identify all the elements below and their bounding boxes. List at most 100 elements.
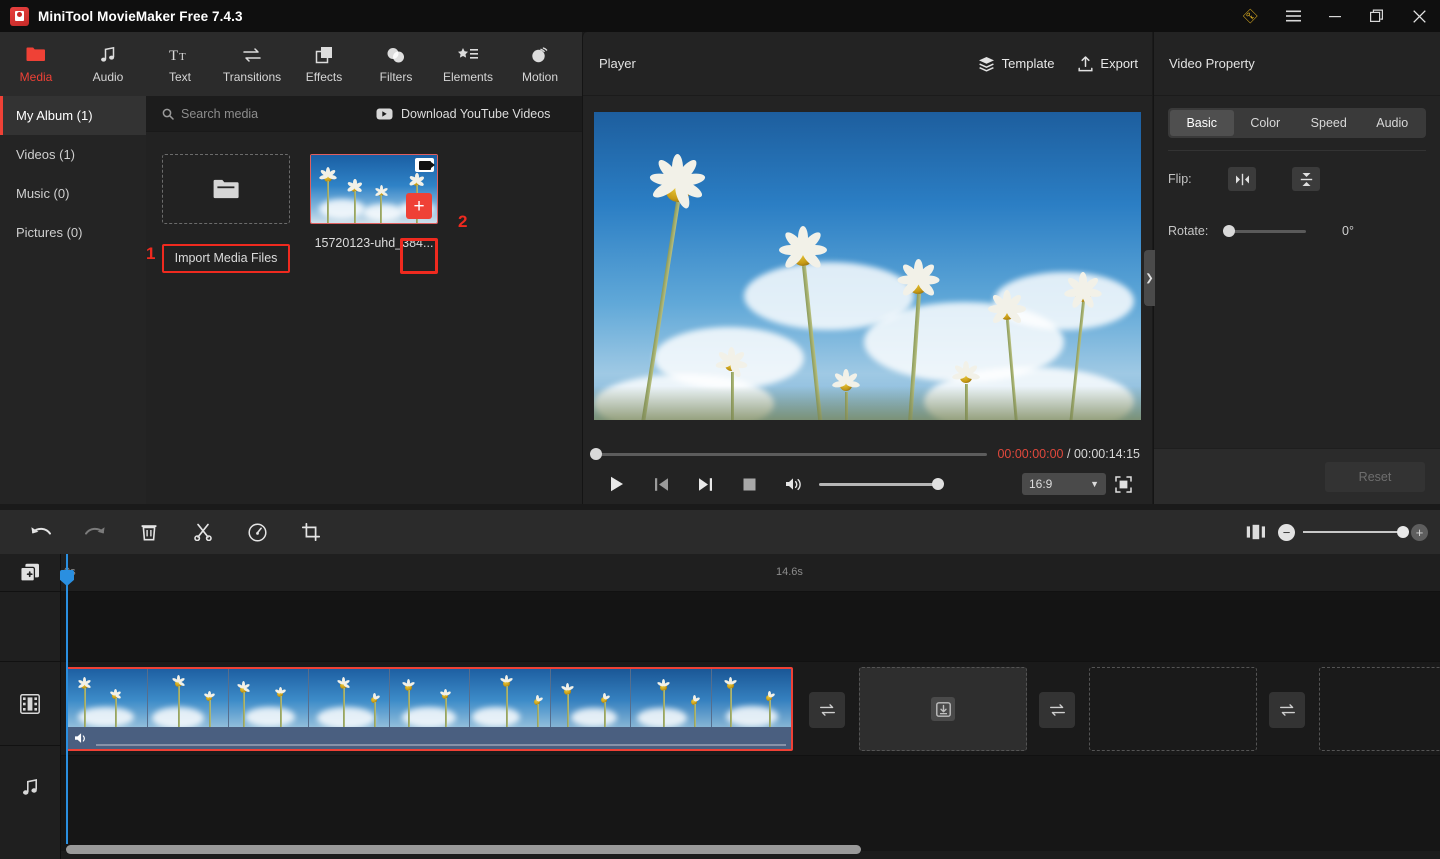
title-bar: MiniTool MovieMaker Free 7.4.3 ⚿ bbox=[0, 0, 1440, 32]
next-frame-button[interactable] bbox=[683, 469, 727, 499]
license-key-button[interactable]: ⚿ bbox=[1230, 0, 1272, 32]
timeline-scroll-thumb[interactable] bbox=[66, 845, 861, 854]
download-youtube-videos-button[interactable]: Download YouTube Videos bbox=[376, 107, 550, 121]
tab-elements-label: Elements bbox=[442, 69, 494, 84]
restore-icon bbox=[1370, 9, 1383, 23]
volume-button[interactable] bbox=[771, 469, 815, 499]
ruler-tick-label: 14.6s bbox=[776, 566, 803, 578]
transition-slot-button[interactable] bbox=[1269, 692, 1305, 728]
volume-handle[interactable] bbox=[932, 478, 944, 490]
search-input[interactable] bbox=[181, 106, 361, 121]
timeline-horizontal-scrollbar[interactable] bbox=[61, 845, 1440, 855]
volume-icon bbox=[785, 477, 801, 490]
audio-track[interactable] bbox=[61, 755, 1440, 851]
search-media-box[interactable] bbox=[146, 106, 376, 121]
filters-icon bbox=[386, 45, 406, 65]
zoom-out-button[interactable]: − bbox=[1278, 523, 1295, 541]
playhead[interactable] bbox=[60, 554, 74, 844]
close-icon bbox=[1412, 9, 1426, 23]
sidebar-item-my-album[interactable]: My Album (1) bbox=[0, 96, 146, 135]
undo-button[interactable] bbox=[14, 510, 68, 554]
import-media-files-button[interactable]: Import Media Files bbox=[162, 244, 290, 273]
minimize-button[interactable] bbox=[1314, 0, 1356, 32]
transition-slot-button[interactable] bbox=[1039, 692, 1075, 728]
sidebar-item-music[interactable]: Music (0) bbox=[0, 174, 146, 213]
redo-button[interactable] bbox=[68, 510, 122, 554]
player-panel: Player Template Export 00:00:00:00 / 00:… bbox=[582, 32, 1152, 504]
media-drop-slot[interactable] bbox=[1319, 667, 1440, 751]
speed-gauge-icon bbox=[247, 522, 267, 542]
collapse-property-panel-button[interactable]: ❯ bbox=[1144, 250, 1155, 306]
media-grid: 1 Import Media Files + 2 15720123-uhd_38… bbox=[146, 132, 582, 274]
seek-slider[interactable] bbox=[590, 448, 988, 460]
flip-row: Flip: bbox=[1154, 161, 1440, 197]
fullscreen-button[interactable] bbox=[1106, 469, 1140, 499]
export-button[interactable]: Export bbox=[1078, 55, 1138, 72]
rotate-slider[interactable] bbox=[1223, 225, 1306, 237]
play-icon bbox=[611, 476, 623, 492]
redo-arrow-icon bbox=[85, 526, 105, 535]
sidebar-item-pictures-label: Pictures (0) bbox=[16, 225, 83, 240]
video-track[interactable] bbox=[61, 661, 1440, 755]
tab-audio[interactable]: Audio bbox=[72, 32, 144, 96]
speed-button[interactable] bbox=[230, 510, 284, 554]
tab-motion[interactable]: Motion bbox=[504, 32, 576, 96]
tab-effects[interactable]: Effects bbox=[288, 32, 360, 96]
video-clip[interactable] bbox=[66, 667, 793, 751]
tab-basic[interactable]: Basic bbox=[1170, 110, 1234, 136]
template-button[interactable]: Template bbox=[978, 56, 1054, 72]
import-media-dropzone[interactable] bbox=[162, 154, 290, 224]
timeline: 0s 14.6s bbox=[0, 554, 1440, 859]
next-frame-icon bbox=[698, 477, 712, 491]
reset-button[interactable]: Reset bbox=[1325, 461, 1425, 492]
fit-to-screen-button[interactable] bbox=[1234, 510, 1278, 554]
tab-elements[interactable]: Elements bbox=[432, 32, 504, 96]
property-header: Video Property bbox=[1154, 32, 1440, 96]
media-drop-slot[interactable] bbox=[859, 667, 1027, 751]
stop-button[interactable] bbox=[727, 469, 771, 499]
tab-filters[interactable]: Filters bbox=[360, 32, 432, 96]
rotate-row: Rotate: 0° bbox=[1154, 213, 1440, 249]
zoom-in-button[interactable]: + bbox=[1411, 523, 1428, 541]
tab-speed[interactable]: Speed bbox=[1297, 110, 1361, 136]
maximize-button[interactable] bbox=[1356, 0, 1398, 32]
flip-horizontal-button[interactable] bbox=[1228, 167, 1256, 191]
flip-vertical-button[interactable] bbox=[1292, 167, 1320, 191]
previous-frame-button[interactable] bbox=[639, 469, 683, 499]
tab-transitions[interactable]: Transitions bbox=[216, 32, 288, 96]
delete-button[interactable] bbox=[122, 510, 176, 554]
add-to-timeline-button[interactable]: + bbox=[406, 193, 432, 219]
media-thumbnail[interactable]: + bbox=[310, 154, 438, 224]
tab-text[interactable]: TT Text bbox=[144, 32, 216, 96]
sidebar-item-pictures[interactable]: Pictures (0) bbox=[0, 213, 146, 252]
track-header-audio bbox=[0, 745, 60, 829]
seek-handle[interactable] bbox=[590, 448, 602, 460]
text-track[interactable] bbox=[61, 591, 1440, 661]
add-track-button[interactable] bbox=[0, 554, 60, 591]
volume-icon[interactable] bbox=[74, 732, 89, 745]
play-button[interactable] bbox=[595, 469, 639, 499]
tab-media[interactable]: Media bbox=[0, 32, 72, 96]
transition-slot-button[interactable] bbox=[809, 692, 845, 728]
tab-color[interactable]: Color bbox=[1234, 110, 1298, 136]
step-1-marker: 1 bbox=[146, 244, 156, 263]
close-button[interactable] bbox=[1398, 0, 1440, 32]
sidebar-item-videos[interactable]: Videos (1) bbox=[0, 135, 146, 174]
player-title: Player bbox=[599, 56, 636, 71]
aspect-ratio-select[interactable]: 16:9 ▼ bbox=[1022, 473, 1106, 495]
media-drop-slot[interactable] bbox=[1089, 667, 1257, 751]
clip-frame bbox=[309, 669, 390, 731]
download-box-icon bbox=[931, 697, 955, 721]
player-header-actions: Template Export bbox=[978, 55, 1138, 72]
timeline-zoom-handle[interactable] bbox=[1397, 526, 1409, 538]
rotate-handle[interactable] bbox=[1223, 225, 1235, 237]
crop-button[interactable] bbox=[284, 510, 338, 554]
split-button[interactable] bbox=[176, 510, 230, 554]
menu-button[interactable] bbox=[1272, 0, 1314, 32]
timeline-ruler[interactable]: 0s 14.6s bbox=[61, 554, 1440, 591]
property-title: Video Property bbox=[1169, 56, 1255, 71]
tab-audio[interactable]: Audio bbox=[1361, 110, 1425, 136]
volume-slider[interactable] bbox=[819, 478, 944, 490]
timeline-zoom-slider[interactable] bbox=[1303, 526, 1409, 538]
video-preview[interactable] bbox=[594, 112, 1141, 420]
